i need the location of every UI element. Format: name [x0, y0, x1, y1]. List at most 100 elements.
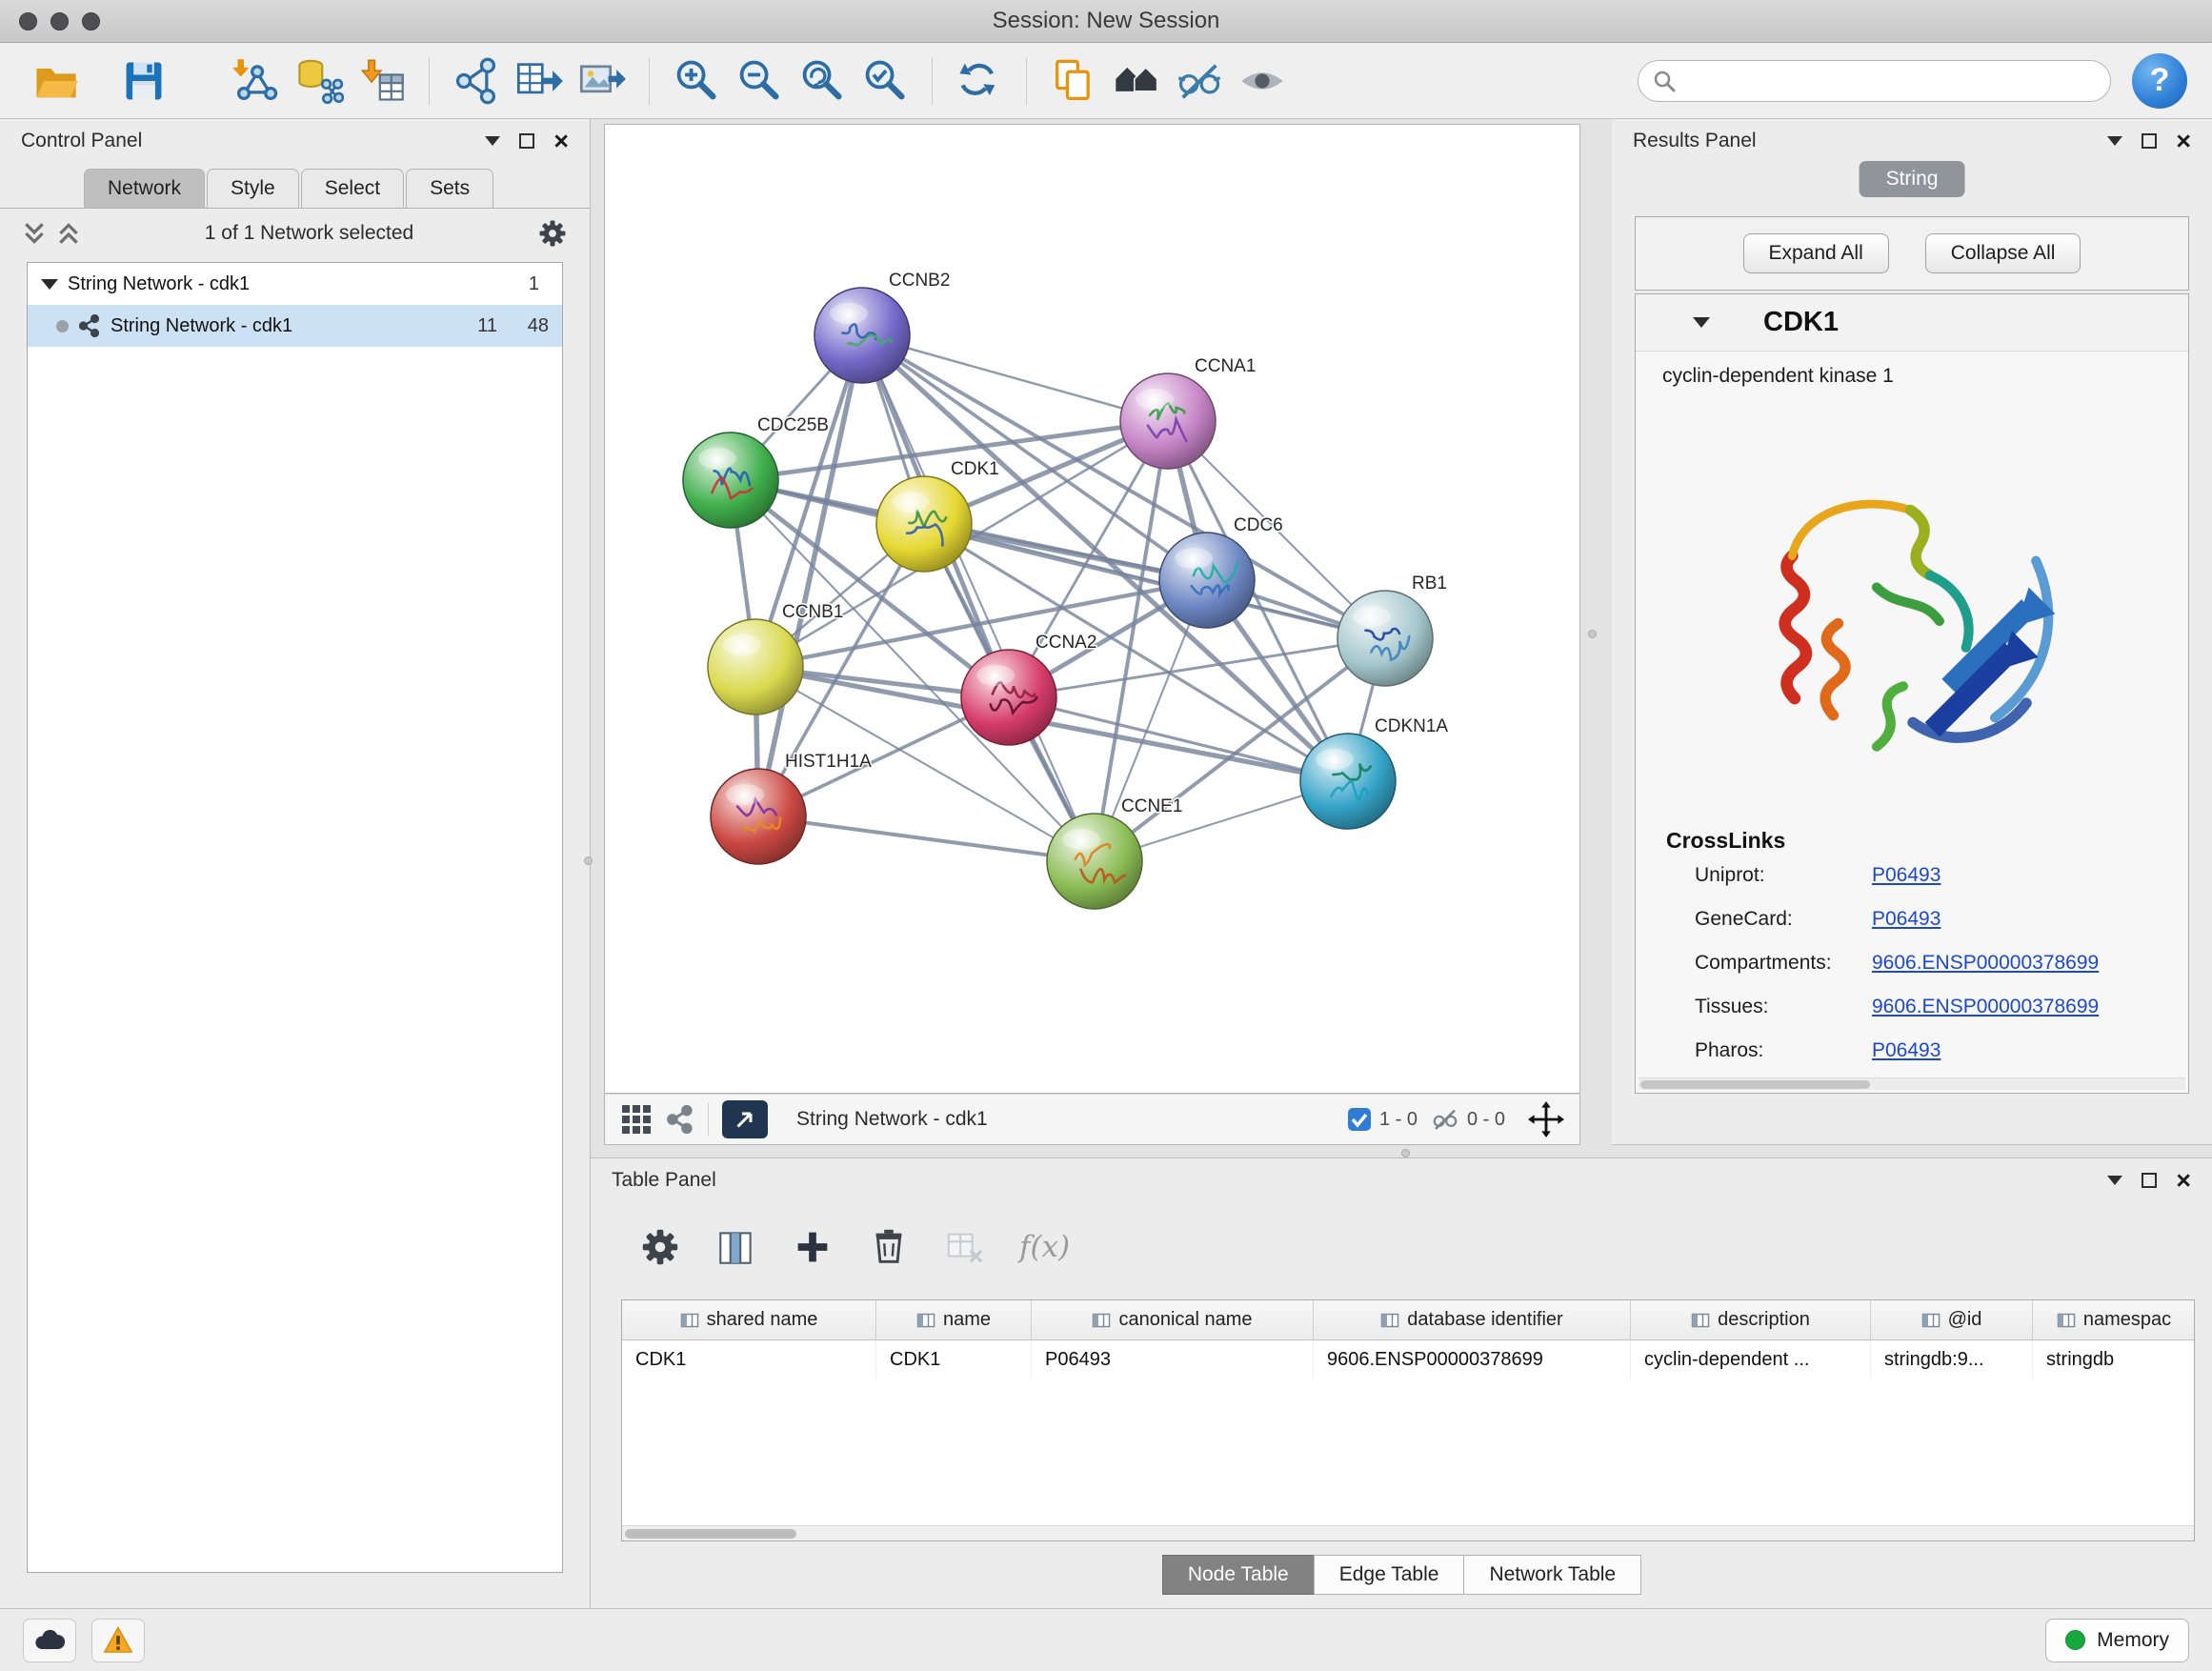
delete-column-button[interactable] — [861, 1219, 916, 1275]
column-header-id[interactable]: @id — [1871, 1300, 2033, 1339]
gear-icon[interactable] — [536, 217, 569, 250]
column-header-database-identifier[interactable]: database identifier — [1314, 1300, 1631, 1339]
table-cell[interactable]: P06493 — [1032, 1340, 1314, 1379]
table-row[interactable]: CDK1CDK1P064939606.ENSP00000378699cyclin… — [622, 1340, 2194, 1379]
network-edge[interactable] — [862, 335, 1095, 861]
right-splitter-handle[interactable] — [1588, 630, 1597, 638]
tab-network[interactable]: Network — [84, 169, 205, 208]
tab-style[interactable]: Style — [207, 169, 299, 208]
collapse-triangle-icon[interactable] — [41, 279, 58, 290]
network-edge[interactable] — [758, 335, 862, 816]
bottom-splitter-handle[interactable] — [1401, 1149, 1410, 1158]
open-session-button[interactable] — [25, 50, 88, 112]
table-settings-button[interactable] — [633, 1219, 688, 1275]
network-view-mode-button[interactable] — [666, 1105, 694, 1134]
network-node-RB1[interactable] — [1337, 591, 1433, 686]
create-column-button[interactable] — [785, 1219, 840, 1275]
zoom-out-button[interactable] — [728, 50, 791, 112]
float-panel-icon[interactable] — [2107, 1176, 2122, 1185]
table-horizontal-scrollbar[interactable] — [622, 1525, 2194, 1540]
tab-network-table[interactable]: Network Table — [1463, 1555, 1641, 1595]
tab-node-table[interactable]: Node Table — [1162, 1555, 1315, 1595]
column-header-name[interactable]: name — [876, 1300, 1032, 1339]
search-box[interactable] — [1638, 60, 2111, 102]
network-node-HIST1H1A[interactable] — [711, 769, 806, 864]
table-cell[interactable]: CDK1 — [622, 1340, 876, 1379]
show-columns-button[interactable] — [709, 1219, 764, 1275]
hide-selection-button[interactable] — [1168, 50, 1231, 112]
crosslink-link[interactable]: P06493 — [1872, 1039, 1941, 1062]
minimize-window-button[interactable] — [50, 12, 69, 30]
zoom-fit-button[interactable] — [791, 50, 854, 112]
new-network-button[interactable] — [445, 50, 508, 112]
float-panel-icon[interactable] — [485, 136, 500, 146]
network-node-CCNA1[interactable] — [1120, 373, 1216, 469]
crosslink-link[interactable]: 9606.ENSP00000378699 — [1872, 952, 2099, 975]
help-button[interactable] — [2132, 53, 2187, 109]
collapse-all-button[interactable]: Collapse All — [1925, 233, 2081, 273]
string-tab[interactable]: String — [1860, 161, 1965, 197]
table-cell[interactable]: cyclin-dependent ... — [1631, 1340, 1871, 1379]
network-node-CDK1[interactable] — [876, 476, 972, 572]
table-cell[interactable]: 9606.ENSP00000378699 — [1314, 1340, 1631, 1379]
protein-header-row[interactable]: CDK1 — [1636, 294, 2188, 352]
network-row[interactable]: String Network - cdk1 11 48 — [28, 305, 562, 347]
float-panel-icon[interactable] — [2107, 136, 2122, 146]
column-header-namespac[interactable]: namespac — [2033, 1300, 2195, 1339]
collapse-triangle-icon[interactable] — [1693, 317, 1710, 328]
warnings-button[interactable] — [91, 1619, 145, 1662]
network-node-CCNE1[interactable] — [1047, 814, 1142, 909]
crosslink-link[interactable]: P06493 — [1872, 908, 1941, 931]
network-collection-row[interactable]: String Network - cdk1 1 — [28, 263, 562, 305]
search-input[interactable] — [1684, 70, 2097, 92]
expand-all-icon[interactable] — [55, 220, 82, 247]
expand-all-button[interactable]: Expand All — [1743, 233, 1889, 273]
zoom-selected-button[interactable] — [854, 50, 916, 112]
network-graph[interactable]: CCNB2CCNA1CDC25BCDK1CDC6RB1CCNB1CCNA2CDK… — [605, 125, 1579, 1093]
tab-sets[interactable]: Sets — [406, 169, 493, 208]
save-session-button[interactable] — [112, 50, 175, 112]
close-panel-icon[interactable] — [2176, 1168, 2191, 1194]
table-cell[interactable]: CDK1 — [876, 1340, 1032, 1379]
close-panel-icon[interactable] — [553, 129, 569, 154]
import-network-database-button[interactable] — [288, 50, 351, 112]
show-all-button[interactable] — [1231, 50, 1294, 112]
tab-select[interactable]: Select — [301, 169, 404, 208]
network-node-CDC6[interactable] — [1159, 533, 1255, 628]
scrollbar-thumb[interactable] — [625, 1529, 796, 1539]
copy-button[interactable] — [1042, 50, 1105, 112]
maximize-panel-icon[interactable] — [519, 133, 534, 149]
network-node-CCNB1[interactable] — [708, 619, 803, 715]
apply-layout-button[interactable] — [948, 50, 1011, 112]
zoom-window-button[interactable] — [82, 12, 100, 30]
left-splitter-handle[interactable] — [584, 856, 593, 865]
maximize-panel-icon[interactable] — [2142, 133, 2157, 149]
memory-button[interactable]: Memory — [2045, 1619, 2189, 1662]
home-button[interactable] — [1105, 50, 1168, 112]
maximize-panel-icon[interactable] — [2142, 1173, 2157, 1188]
zoom-in-button[interactable] — [665, 50, 728, 112]
pan-mode-button[interactable] — [1528, 1101, 1564, 1137]
cloud-status-button[interactable] — [23, 1619, 76, 1662]
import-network-file-button[interactable] — [225, 50, 288, 112]
column-header-shared-name[interactable]: shared name — [622, 1300, 876, 1339]
function-builder-button[interactable]: f(x) — [1014, 1230, 1076, 1264]
network-node-CDKN1A[interactable] — [1300, 734, 1396, 829]
network-node-CDC25B[interactable] — [683, 433, 778, 528]
tab-edge-table[interactable]: Edge Table — [1314, 1555, 1465, 1595]
close-window-button[interactable] — [19, 12, 37, 30]
table-cell[interactable]: stringdb:9... — [1871, 1340, 2033, 1379]
import-table-button[interactable] — [351, 50, 413, 112]
checkbox-icon[interactable] — [1347, 1107, 1372, 1132]
column-header-canonical-name[interactable]: canonical name — [1032, 1300, 1314, 1339]
close-panel-icon[interactable] — [2176, 129, 2191, 154]
results-horizontal-scrollbar[interactable] — [1639, 1077, 2185, 1090]
crosslink-link[interactable]: P06493 — [1872, 864, 1941, 887]
collapse-all-icon[interactable] — [21, 220, 48, 247]
grid-view-button[interactable] — [620, 1103, 653, 1136]
network-node-CCNB2[interactable] — [814, 288, 910, 383]
column-header-description[interactable]: description — [1631, 1300, 1871, 1339]
network-view-canvas[interactable]: CCNB2CCNA1CDC25BCDK1CDC6RB1CCNB1CCNA2CDK… — [604, 124, 1580, 1094]
export-network-button[interactable] — [508, 50, 571, 112]
export-image-button[interactable] — [571, 50, 633, 112]
